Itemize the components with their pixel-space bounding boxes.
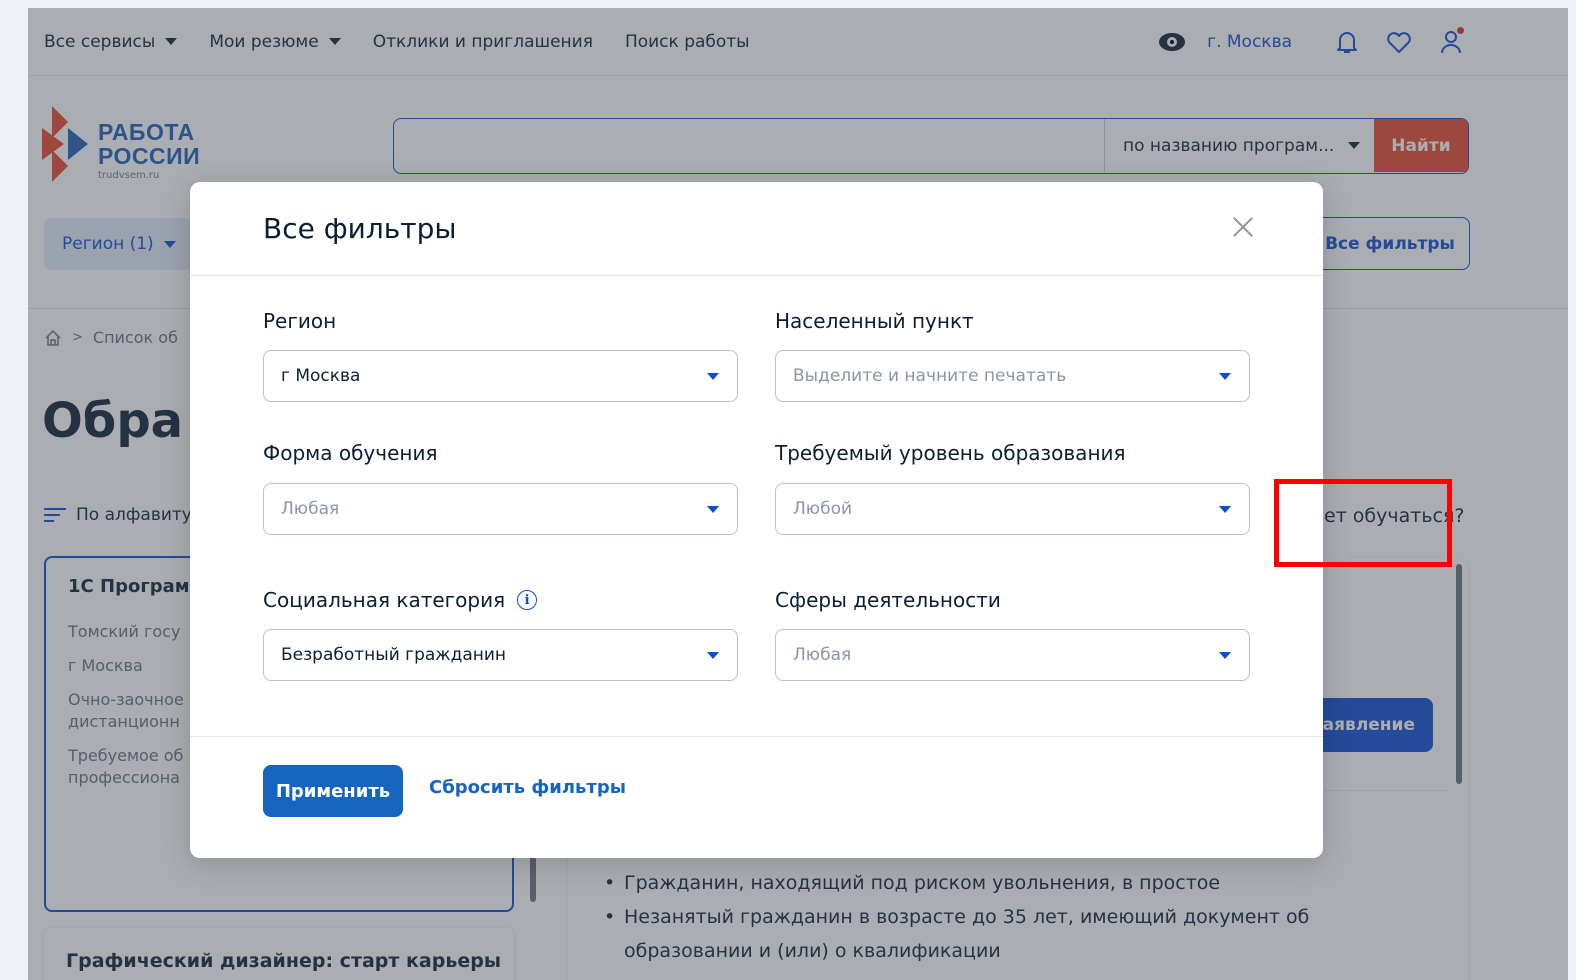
social-category-select[interactable]: Безработный гражданин [263, 629, 738, 681]
chevron-down-icon [707, 373, 719, 380]
region-label: Регион [263, 309, 337, 333]
region-select-value: г Москва [281, 366, 361, 386]
close-icon[interactable] [1230, 214, 1256, 240]
education-level-select[interactable]: Любой [775, 483, 1250, 535]
region-select[interactable]: г Москва [263, 350, 738, 402]
social-category-value: Безработный гражданин [281, 645, 507, 665]
education-level-placeholder: Любой [793, 499, 853, 519]
study-form-placeholder: Любая [281, 499, 340, 519]
study-form-label: Форма обучения [263, 441, 438, 465]
chevron-down-icon [1219, 506, 1231, 513]
info-icon[interactable]: i [517, 590, 538, 610]
spheres-select[interactable]: Любая [775, 629, 1250, 681]
education-level-label: Требуемый уровень образования [775, 441, 1126, 465]
chevron-down-icon [707, 506, 719, 513]
apply-filters-button[interactable]: Применить [263, 765, 403, 817]
dialog-footer-divider [190, 736, 1323, 737]
annotation-highlight-box [1274, 479, 1452, 567]
social-category-label: Социальная категория [263, 588, 506, 612]
locality-select[interactable]: Выделите и начните печатать [775, 350, 1250, 402]
all-filters-dialog: Все фильтры Регион г Москва Населенный п… [190, 182, 1323, 858]
reset-filters-button[interactable]: Сбросить фильтры [429, 777, 626, 798]
chevron-down-icon [1219, 652, 1231, 659]
social-category-label-row: Социальная категория i [263, 588, 538, 612]
spheres-placeholder: Любая [793, 645, 852, 665]
study-form-select[interactable]: Любая [263, 483, 738, 535]
chevron-down-icon [707, 652, 719, 659]
dialog-title: Все фильтры [263, 212, 457, 245]
spheres-label: Сферы деятельности [775, 588, 1001, 612]
locality-placeholder: Выделите и начните печатать [793, 366, 1067, 386]
chevron-down-icon [1219, 373, 1231, 380]
locality-label: Населенный пункт [775, 309, 974, 333]
dialog-header: Все фильтры [190, 182, 1323, 276]
